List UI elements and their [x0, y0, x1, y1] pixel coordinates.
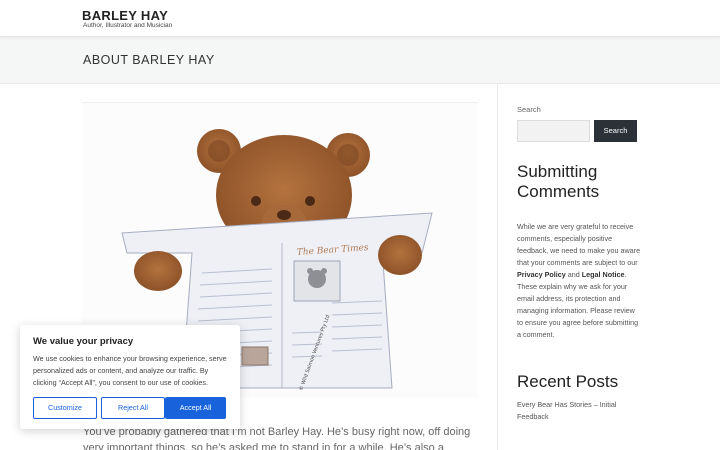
site-tagline: Author, Illustrator and Musician — [83, 22, 173, 29]
search-button[interactable]: Search — [594, 120, 637, 142]
comments-text-part2: and — [565, 270, 582, 279]
cookie-consent-banner: We value your privacy We use cookies to … — [20, 325, 240, 429]
comments-text-part1: While we are very grateful to receive co… — [517, 222, 641, 267]
cookie-text: We use cookies to enhance your browsing … — [33, 354, 227, 387]
reject-all-button[interactable]: Reject All — [101, 397, 165, 419]
page-title-band: ABOUT BARLEY HAY — [0, 37, 720, 84]
cookie-title: We value your privacy — [33, 336, 134, 347]
legal-notice-link[interactable]: Legal Notice — [582, 270, 625, 279]
sidebar-divider — [497, 84, 498, 450]
recent-posts-title: Recent Posts — [517, 372, 619, 391]
comments-text-part3: . These explain why we ask for your emai… — [517, 270, 639, 339]
page-title: ABOUT BARLEY HAY — [83, 53, 215, 67]
site-header: BARLEY HAY Author, Illustrator and Music… — [0, 0, 720, 37]
customize-button[interactable]: Customize — [33, 397, 97, 419]
search-label: Search — [517, 105, 541, 114]
site-title[interactable]: BARLEY HAY — [82, 8, 168, 23]
accept-all-button[interactable]: Accept All — [165, 397, 226, 419]
privacy-policy-link[interactable]: Privacy Policy — [517, 270, 566, 279]
submitting-comments-title: Submitting Comments — [517, 162, 600, 201]
submitting-comments-text: While we are very grateful to receive co… — [517, 221, 641, 341]
search-input[interactable] — [517, 120, 590, 142]
recent-post-link[interactable]: Every Bear Has Stories – Initial Feedbac… — [517, 399, 637, 423]
